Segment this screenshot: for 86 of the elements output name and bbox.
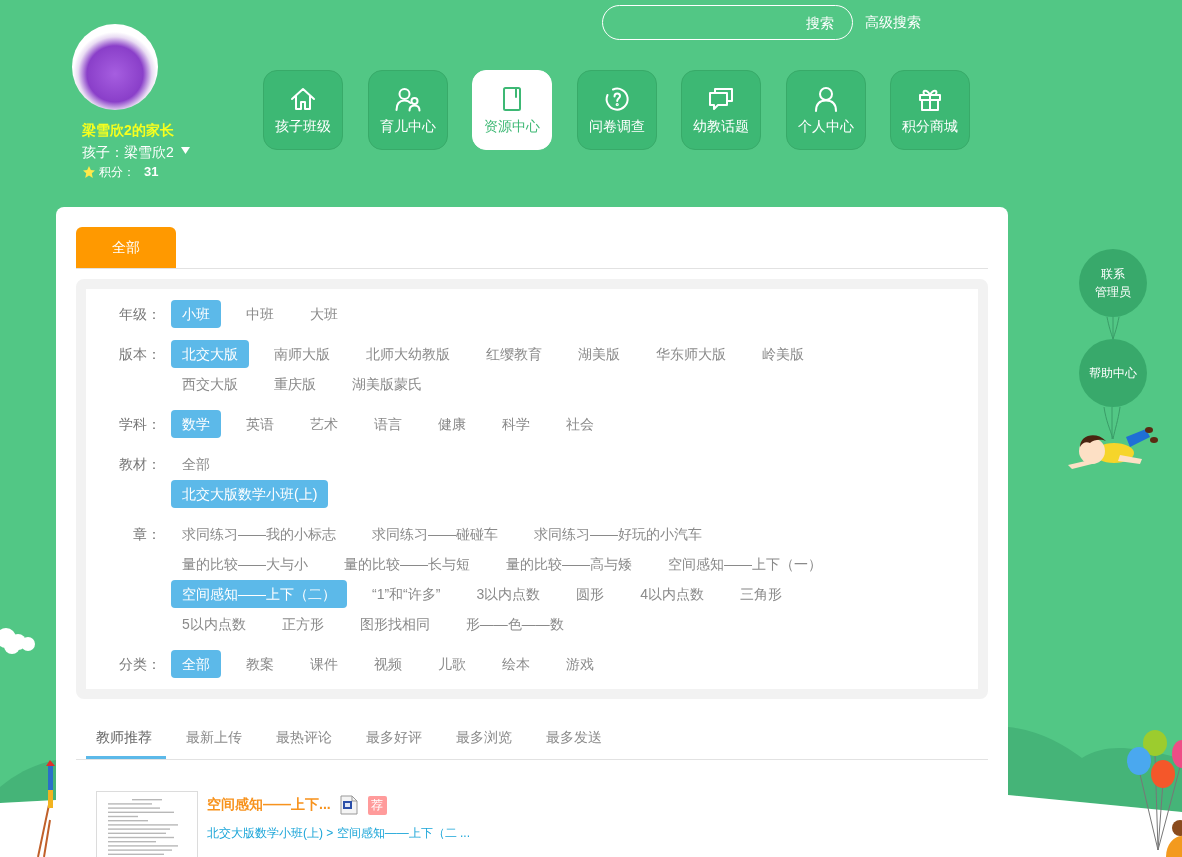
filter-option[interactable]: 北交大版数学小班(上) [171, 480, 329, 508]
user-name: 梁雪欣2的家长 [82, 122, 174, 138]
filter-option[interactable]: 儿歌 [427, 650, 477, 678]
house-icon [290, 86, 316, 112]
two-people-icon [394, 86, 421, 112]
filter-option[interactable]: 游戏 [555, 650, 605, 678]
filter-option[interactable]: 量的比较——长与短 [333, 550, 481, 578]
filter-label: 年级： [118, 305, 162, 324]
question-circle-icon [603, 86, 630, 112]
filter-option[interactable]: 空间感知——上下（二） [171, 580, 347, 608]
filter-option[interactable]: 图形找相同 [348, 610, 441, 638]
document-icon [339, 795, 358, 815]
filter-option[interactable]: 语言 [363, 410, 413, 438]
advanced-search-link[interactable]: 高级搜索 [865, 13, 921, 32]
search-button[interactable]: 搜索 [806, 13, 834, 32]
filter-option[interactable]: 湖美版蒙氏 [341, 370, 433, 398]
filter-option[interactable]: 中班 [235, 300, 285, 328]
filter-option[interactable]: 红缨教育 [475, 340, 553, 368]
filter-option[interactable]: 科学 [491, 410, 541, 438]
filter-option[interactable]: 全部 [171, 450, 221, 478]
points-label: 积分： [99, 165, 135, 179]
filter-option[interactable]: 空间感知——上下（一） [657, 550, 833, 578]
filter-option[interactable]: 3以内点数 [465, 580, 552, 608]
filter-option[interactable]: 求同练习——碰碰车 [361, 520, 509, 548]
person-icon [812, 86, 839, 112]
chat-bubbles-icon [708, 86, 734, 112]
filter-option[interactable]: 求同练习——我的小标志 [171, 520, 347, 548]
filter-option[interactable]: 重庆版 [263, 370, 327, 398]
sort-tab[interactable]: 最热评论 [266, 719, 346, 759]
filter-option[interactable]: 4以内点数 [629, 580, 716, 608]
child-figure-drawing [1166, 820, 1182, 857]
filter-option[interactable]: “1”和“许多” [361, 580, 452, 608]
nav-tile[interactable]: 个人中心 [785, 70, 866, 150]
filter-option[interactable]: 课件 [299, 650, 349, 678]
filter-option[interactable]: 数学 [171, 410, 221, 438]
filter-label: 分类： [118, 655, 162, 674]
filter-option[interactable]: 视频 [363, 650, 413, 678]
sort-tab[interactable]: 教师推荐 [86, 719, 166, 759]
filter-option[interactable]: 小班 [171, 300, 221, 328]
filter-option[interactable]: 南师大版 [263, 340, 341, 368]
nav-tile[interactable]: 幼教话题 [681, 70, 761, 150]
points-value: 31 [144, 165, 159, 179]
caret-icon[interactable] [180, 147, 190, 154]
filter-label: 版本： [118, 345, 162, 364]
recommended-badge: 荐 [367, 795, 387, 815]
filter-option[interactable]: 华东师大版 [645, 340, 737, 368]
filter-option[interactable]: 量的比较——大与小 [171, 550, 319, 578]
filter-option[interactable]: 正方形 [270, 610, 335, 638]
resource-title-link[interactable]: 空间感知——上下... [207, 796, 331, 814]
filter-label: 学科： [118, 415, 162, 434]
filter-option[interactable]: 求同练习——好玩的小汽车 [523, 520, 713, 548]
nav-tile[interactable]: 问卷调查 [576, 70, 657, 150]
filter-option[interactable]: 大班 [299, 300, 349, 328]
side-circle-button[interactable]: 帮助中心 [1079, 339, 1147, 407]
filter-option[interactable]: 英语 [235, 410, 285, 438]
filter-option[interactable]: 5以内点数 [171, 610, 257, 638]
filter-option[interactable]: 北交大版 [171, 340, 249, 368]
sort-tab[interactable]: 最多发送 [536, 719, 616, 759]
filter-option[interactable]: 量的比较——高与矮 [495, 550, 643, 578]
filter-option[interactable]: 圆形 [565, 580, 616, 608]
nav-tile[interactable]: 育儿中心 [367, 70, 448, 150]
filter-option[interactable]: 湖美版 [567, 340, 631, 368]
sort-tab[interactable]: 最新上传 [176, 719, 256, 759]
nav-tile[interactable]: 积分商城 [890, 70, 970, 150]
child-name: 孩子：梁雪欣2 [82, 144, 174, 160]
filter-option[interactable]: 艺术 [299, 410, 349, 438]
filter-label: 章： [132, 525, 162, 544]
filter-option[interactable]: 全部 [171, 650, 221, 678]
filter-option[interactable]: 北师大幼教版 [355, 340, 461, 368]
sort-tab[interactable]: 最多好评 [356, 719, 436, 759]
filter-option[interactable]: 形——色——数 [454, 610, 575, 638]
filter-option[interactable]: 绘本 [491, 650, 541, 678]
filter-option[interactable]: 健康 [427, 410, 477, 438]
nav-tile[interactable]: 资源中心 [472, 70, 552, 150]
filter-option[interactable]: 西交大版 [171, 370, 249, 398]
side-circle-button[interactable]: 联系 管理员 [1079, 249, 1147, 317]
filter-option[interactable]: 三角形 [729, 580, 794, 608]
filter-option[interactable]: 社会 [555, 410, 605, 438]
resource-path-link[interactable]: 北交大版数学小班(上) > 空间感知——上下（二 ... [207, 826, 470, 840]
sort-tab[interactable]: 最多浏览 [446, 719, 526, 759]
star-icon [83, 166, 95, 178]
category-tab[interactable]: 全部 [76, 227, 176, 268]
filter-option[interactable]: 岭美版 [751, 340, 815, 368]
filter-option[interactable]: 教案 [235, 650, 285, 678]
filter-label: 教材： [118, 455, 162, 474]
nav-tile[interactable]: 孩子班级 [263, 70, 343, 150]
